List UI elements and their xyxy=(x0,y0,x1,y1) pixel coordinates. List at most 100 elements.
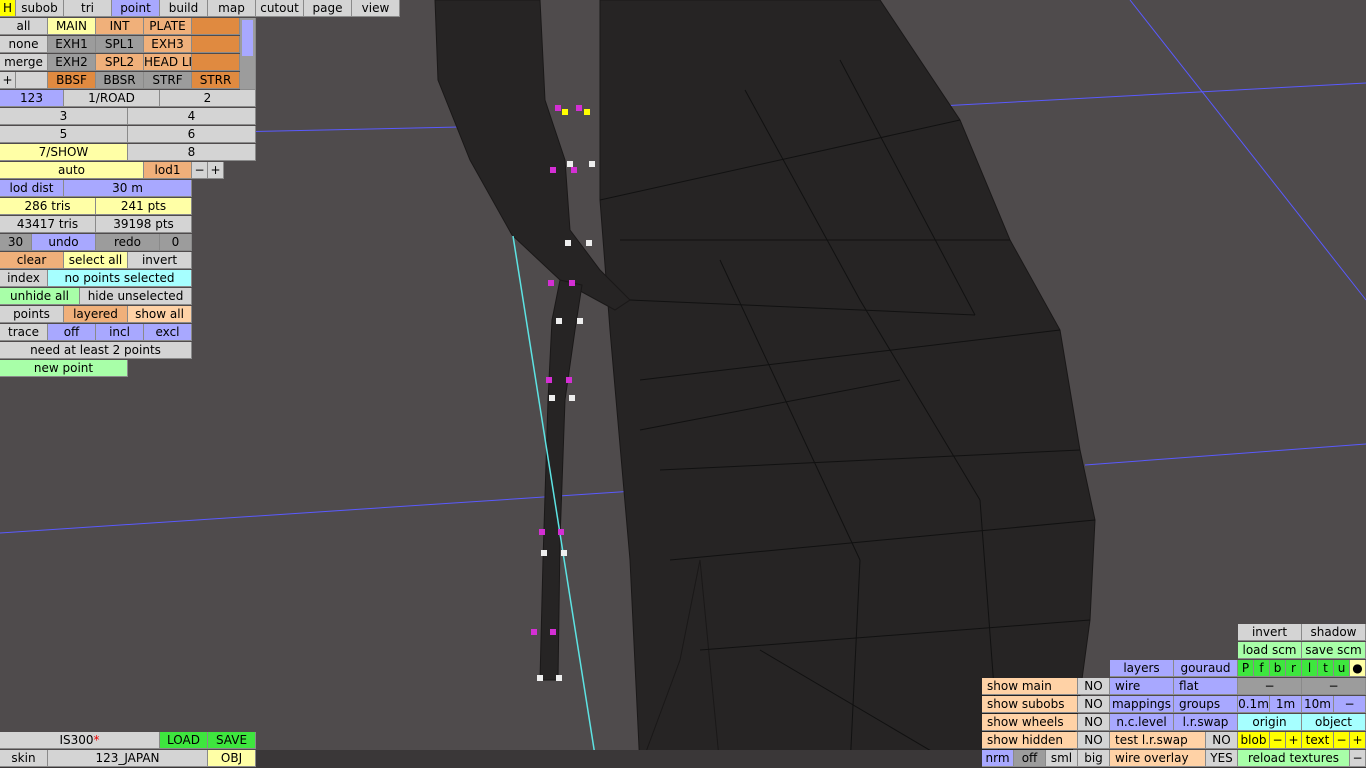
flat-minus-left[interactable]: − xyxy=(1238,678,1302,695)
group-spl2[interactable]: SPL2 xyxy=(96,54,144,71)
save-scm-button[interactable]: save scm xyxy=(1302,642,1366,659)
menu-map[interactable]: map xyxy=(208,0,256,17)
lod-6[interactable]: 6 xyxy=(128,126,256,143)
flag-f[interactable]: f xyxy=(1254,660,1270,677)
group-bbsf[interactable]: BBSF xyxy=(48,72,96,89)
lod-dist-label[interactable]: lod dist xyxy=(0,180,64,197)
normals-big-button[interactable]: big xyxy=(1078,750,1110,767)
test-lrswap-label[interactable]: test l.r.swap xyxy=(1110,732,1206,749)
wire-button[interactable]: wire xyxy=(1110,678,1174,695)
groups-button[interactable]: groups xyxy=(1174,696,1238,713)
group-exh2[interactable]: EXH2 xyxy=(48,54,96,71)
show-wheels-label[interactable]: show wheels xyxy=(982,714,1078,731)
index-button[interactable]: index xyxy=(0,270,48,287)
trace-incl-button[interactable]: incl xyxy=(96,324,144,341)
show-main-label[interactable]: show main xyxy=(982,678,1078,695)
normals-nrm-button[interactable]: nrm xyxy=(982,750,1014,767)
menu-point[interactable]: point xyxy=(112,0,160,17)
blob-plus-button[interactable]: + xyxy=(1286,732,1302,749)
text-label[interactable]: text xyxy=(1302,732,1334,749)
layers-button[interactable]: layers xyxy=(1110,660,1174,677)
shadow-button[interactable]: shadow xyxy=(1302,624,1366,641)
flag-l[interactable]: l xyxy=(1302,660,1318,677)
flag-dot-icon[interactable]: ● xyxy=(1350,660,1366,677)
show-main-toggle[interactable]: NO xyxy=(1078,678,1110,695)
h-button[interactable]: H xyxy=(0,0,16,17)
model-name[interactable]: IS300* xyxy=(0,732,160,749)
lod-5[interactable]: 5 xyxy=(0,126,128,143)
origin-button[interactable]: origin xyxy=(1238,714,1302,731)
lod-road[interactable]: 1/ROAD xyxy=(64,90,160,107)
flat-minus-right[interactable]: − xyxy=(1302,678,1366,695)
group-empty-1[interactable] xyxy=(192,18,240,35)
text-minus-button[interactable]: − xyxy=(1334,732,1350,749)
group-exh1[interactable]: EXH1 xyxy=(48,36,96,53)
invert-normals-button[interactable]: invert xyxy=(1238,624,1302,641)
grid-minus-button[interactable]: − xyxy=(1334,696,1366,713)
group-main[interactable]: MAIN xyxy=(48,18,96,35)
obj-button[interactable]: OBJ xyxy=(208,750,256,767)
save-button[interactable]: SAVE xyxy=(208,732,256,749)
show-subobs-toggle[interactable]: NO xyxy=(1078,696,1110,713)
wire-overlay-toggle[interactable]: YES xyxy=(1206,750,1238,767)
group-exh3[interactable]: EXH3 xyxy=(144,36,192,53)
group-spl1[interactable]: SPL1 xyxy=(96,36,144,53)
lod-4[interactable]: 4 xyxy=(128,108,256,125)
test-lrswap-toggle[interactable]: NO xyxy=(1206,732,1238,749)
group-plate[interactable]: PLATE xyxy=(144,18,192,35)
menu-subob[interactable]: subob xyxy=(16,0,64,17)
lod-3[interactable]: 3 xyxy=(0,108,128,125)
blob-label[interactable]: blob xyxy=(1238,732,1270,749)
reload-minus-button[interactable]: − xyxy=(1350,750,1366,767)
mappings-button[interactable]: mappings xyxy=(1110,696,1174,713)
trace-excl-button[interactable]: excl xyxy=(144,324,192,341)
flag-u[interactable]: u xyxy=(1334,660,1350,677)
normals-off-button[interactable]: off xyxy=(1014,750,1046,767)
invert-selection-button[interactable]: invert xyxy=(128,252,192,269)
group-strr[interactable]: STRR xyxy=(192,72,240,89)
lod-increase-button[interactable]: + xyxy=(208,162,224,179)
group-headli[interactable]: HEAD LI xyxy=(144,54,192,71)
flat-button[interactable]: flat xyxy=(1174,678,1238,695)
lod-level[interactable]: lod1 xyxy=(144,162,192,179)
lod-dist-value[interactable]: 30 m xyxy=(64,180,192,197)
show-hidden-toggle[interactable]: NO xyxy=(1078,732,1110,749)
redo-button[interactable]: redo xyxy=(96,234,160,251)
group-empty-3[interactable] xyxy=(192,54,240,71)
flag-r[interactable]: r xyxy=(1286,660,1302,677)
flag-b[interactable]: b xyxy=(1270,660,1286,677)
group-int[interactable]: INT xyxy=(96,18,144,35)
grid-10m-button[interactable]: 10m xyxy=(1302,696,1334,713)
group-add-button[interactable]: + xyxy=(0,72,16,89)
lod-decrease-button[interactable]: − xyxy=(192,162,208,179)
load-scm-button[interactable]: load scm xyxy=(1238,642,1302,659)
blob-minus-button[interactable]: − xyxy=(1270,732,1286,749)
wire-overlay-label[interactable]: wire overlay xyxy=(1110,750,1206,767)
show-all-display-button[interactable]: show all xyxy=(128,306,192,323)
new-point-button[interactable]: new point xyxy=(0,360,128,377)
normals-sml-button[interactable]: sml xyxy=(1046,750,1078,767)
flag-t[interactable]: t xyxy=(1318,660,1334,677)
nclevel-button[interactable]: n.c.level xyxy=(1110,714,1174,731)
lrswap-button[interactable]: l.r.swap xyxy=(1174,714,1238,731)
menu-cutout[interactable]: cutout xyxy=(256,0,304,17)
group-merge-button[interactable]: merge xyxy=(0,54,48,71)
group-bbsr[interactable]: BBSR xyxy=(96,72,144,89)
object-button[interactable]: object xyxy=(1302,714,1366,731)
group-strf[interactable]: STRF xyxy=(144,72,192,89)
lod-show[interactable]: 7/SHOW xyxy=(0,144,128,161)
hide-unselected-button[interactable]: hide unselected xyxy=(80,288,192,305)
group-blank[interactable] xyxy=(16,72,48,89)
lod-123[interactable]: 123 xyxy=(0,90,64,107)
clear-selection-button[interactable]: clear xyxy=(0,252,64,269)
lod-2[interactable]: 2 xyxy=(160,90,256,107)
select-all-button[interactable]: select all xyxy=(64,252,128,269)
reload-textures-button[interactable]: reload textures xyxy=(1238,750,1350,767)
skin-selector[interactable]: 123_JAPAN xyxy=(48,750,208,767)
points-display-button[interactable]: points xyxy=(0,306,64,323)
menu-tri[interactable]: tri xyxy=(64,0,112,17)
trace-off-button[interactable]: off xyxy=(48,324,96,341)
group-all-button[interactable]: all xyxy=(0,18,48,35)
undo-button[interactable]: undo xyxy=(32,234,96,251)
lod-auto-button[interactable]: auto xyxy=(0,162,144,179)
